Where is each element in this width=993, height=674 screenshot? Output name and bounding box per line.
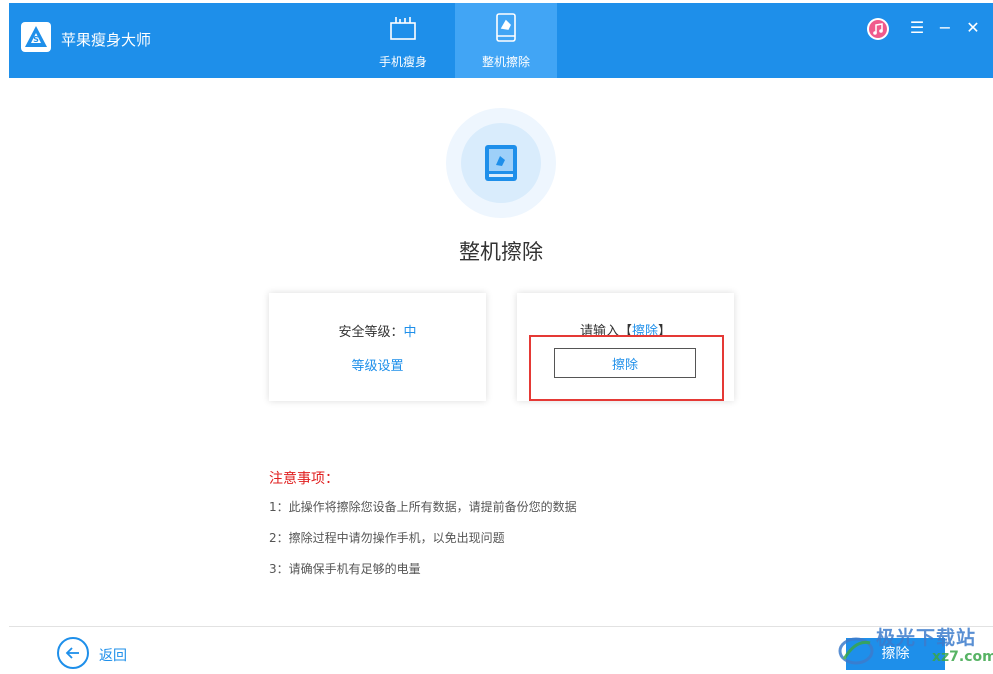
note-item: 1：此操作将擦除您设备上所有数据，请提前备份您的数据 <box>269 500 577 514</box>
confirm-card: 请输入【擦除】 <box>517 293 734 401</box>
itunes-icon[interactable] <box>866 17 890 41</box>
security-level-card: 安全等级：中 等级设置 <box>269 293 486 401</box>
notes-title: 注意事项： <box>269 471 339 487</box>
svg-text:S: S <box>33 35 39 44</box>
minimize-icon[interactable]: − <box>935 17 955 39</box>
footer-divider <box>9 626 993 627</box>
prompt-prefix: 请输入【 <box>579 324 632 339</box>
back-arrow-icon <box>57 637 89 669</box>
security-level-value: 中 <box>403 325 417 340</box>
note-item: 2：擦除过程中请勿操作手机，以免出现问题 <box>269 531 505 545</box>
menu-icon[interactable]: ☰ <box>907 17 927 39</box>
back-label: 返回 <box>99 648 127 664</box>
erase-button[interactable]: 擦除 <box>846 638 945 670</box>
tab-label: 手机瘦身 <box>378 55 427 69</box>
note-item: 3：请确保手机有足够的电量 <box>269 562 421 576</box>
confirm-input[interactable] <box>554 348 696 378</box>
prompt-suffix: 】 <box>658 324 672 339</box>
broom-icon <box>387 11 419 43</box>
tab-label: 整机擦除 <box>481 55 530 69</box>
app-window: S 苹果瘦身大师 手机瘦身 整机擦除 ☰ − ✕ 整机擦除 安全等级：中 等级设… <box>0 0 993 674</box>
title-bar: S 苹果瘦身大师 手机瘦身 整机擦除 ☰ − ✕ <box>9 3 993 78</box>
security-level-label: 安全等级： <box>338 325 404 340</box>
phone-erase-icon <box>485 145 517 181</box>
app-title: 苹果瘦身大师 <box>61 31 152 49</box>
confirm-prompt: 请输入【擦除】 <box>517 320 734 339</box>
page-title: 整机擦除 <box>459 240 543 264</box>
prompt-keyword: 擦除 <box>631 324 658 339</box>
close-icon[interactable]: ✕ <box>963 17 983 39</box>
tab-phone-slim[interactable]: 手机瘦身 <box>352 3 454 78</box>
level-settings-link[interactable]: 等级设置 <box>269 355 486 374</box>
security-level-line: 安全等级：中 <box>269 321 486 340</box>
app-logo-icon: S <box>21 22 51 52</box>
hero-icon-bg <box>461 123 541 203</box>
tab-full-erase[interactable]: 整机擦除 <box>455 3 557 78</box>
phone-erase-icon <box>490 11 522 43</box>
back-button[interactable]: 返回 <box>57 637 157 669</box>
hero-icon-ring <box>446 108 556 218</box>
